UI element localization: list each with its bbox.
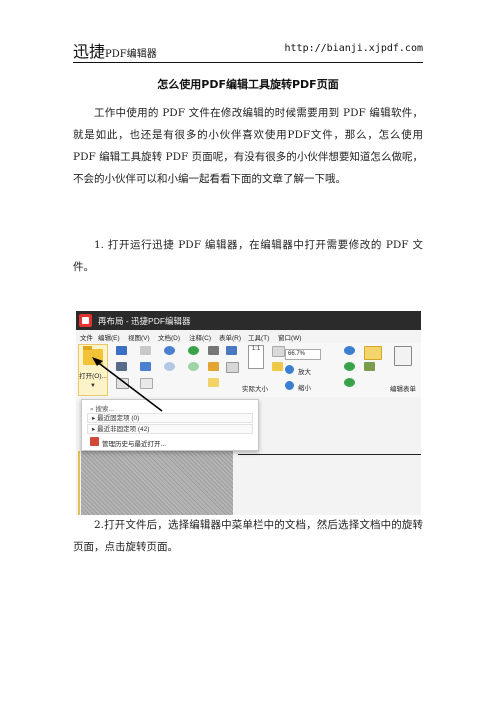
header-rule [73, 62, 423, 63]
hand-tool-icon[interactable] [208, 346, 219, 355]
menu-file[interactable]: 文件 [80, 332, 93, 342]
menu-document[interactable]: 文档(D) [158, 332, 180, 342]
select-text-icon[interactable] [208, 362, 219, 371]
page-preview [81, 451, 233, 515]
intro-paragraph: 工作中使用的 PDF 文件在修改编辑的时候需要用到 PDF 编辑软件，就是如此，… [73, 107, 423, 185]
menu-bar: 文件 编辑(E) 视图(V) 文档(D) 注释(C) 表单(R) 工具(T) 窗… [76, 330, 421, 343]
actual-size-label: 实际大小 [242, 386, 268, 393]
calendar-icon [90, 437, 99, 446]
zoom-out-label: 缩小 [298, 385, 311, 392]
sidebar-strip [78, 451, 80, 515]
window-title: 再布局 - 迅捷PDF编辑器 [98, 316, 191, 326]
page-header: 迅捷PDF编辑器 http://bianji.xjpdf.com [73, 38, 423, 62]
back-icon[interactable] [188, 346, 199, 355]
header-url: http://bianji.xjpdf.com [284, 43, 423, 54]
manage-history-item[interactable]: 管理历史与最近打开... [102, 438, 166, 448]
unpinned-recent-label: 最近非固定项 (42) [97, 426, 150, 433]
window-titlebar: 再布局 - 迅捷PDF编辑器 [76, 311, 421, 330]
forward-icon[interactable] [188, 362, 199, 371]
step-1-paragraph: 1. 打开运行迅捷 PDF 编辑器，在编辑器中打开需要修改的 PDF 文件。 [73, 239, 423, 273]
embedded-screenshot: 再布局 - 迅捷PDF编辑器 文件 编辑(E) 视图(V) 文档(D) 注释(C… [76, 311, 421, 515]
step-2-paragraph: 2.打开文件后，选择编辑器中菜单栏中的文档，然后选择文档中的旋转页面，点击旋转页… [73, 519, 423, 553]
menu-view[interactable]: 视图(V) [128, 332, 150, 342]
fit-width-icon[interactable] [272, 346, 285, 357]
unpinned-recent-row[interactable]: ▸ 最近非固定项 (42) [87, 424, 253, 434]
menu-form[interactable]: 表单(R) [219, 332, 241, 342]
zoom-select[interactable]: 66.7% [285, 349, 321, 360]
brand: 迅捷PDF编辑器 [73, 38, 157, 62]
menu-window[interactable]: 窗口(W) [278, 332, 301, 342]
ocr-icon[interactable] [364, 346, 382, 360]
typewriter-icon[interactable] [364, 362, 375, 371]
snapshot-icon[interactable] [208, 378, 219, 387]
pinned-recent-label: 最近固定项 (0) [97, 415, 140, 422]
zoom-in-icon[interactable] [285, 365, 294, 374]
edit-form-label: 编辑表单 [390, 386, 416, 393]
fit-page-icon[interactable] [226, 362, 239, 373]
page-rule [238, 454, 421, 455]
actual-size-icon[interactable]: 1:1 [248, 345, 264, 369]
email-icon[interactable] [140, 346, 151, 355]
app-logo-icon [79, 314, 92, 327]
camera-icon[interactable] [226, 346, 237, 355]
menu-edit[interactable]: 编辑(E) [98, 332, 120, 342]
rotate-counterclockwise-icon[interactable] [344, 378, 355, 387]
undo-icon[interactable] [164, 346, 175, 355]
document-title: 怎么使用PDF编辑工具旋转PDF页面 [157, 78, 339, 91]
brand-name: 迅捷 [73, 42, 106, 61]
fit-visible-icon[interactable] [272, 362, 283, 371]
magnifier-icon[interactable] [344, 346, 355, 355]
rotate-clockwise-icon[interactable] [344, 362, 355, 371]
edit-form-icon[interactable] [394, 346, 412, 366]
menu-tools[interactable]: 工具(T) [248, 332, 269, 342]
brand-subtitle: PDF编辑器 [105, 49, 157, 60]
zoom-out-icon[interactable] [285, 381, 294, 390]
save-icon[interactable] [116, 346, 127, 355]
zoom-in-label: 放大 [298, 369, 311, 376]
pointer-arrow-icon [92, 357, 163, 412]
menu-comment[interactable]: 注释(C) [189, 332, 211, 342]
